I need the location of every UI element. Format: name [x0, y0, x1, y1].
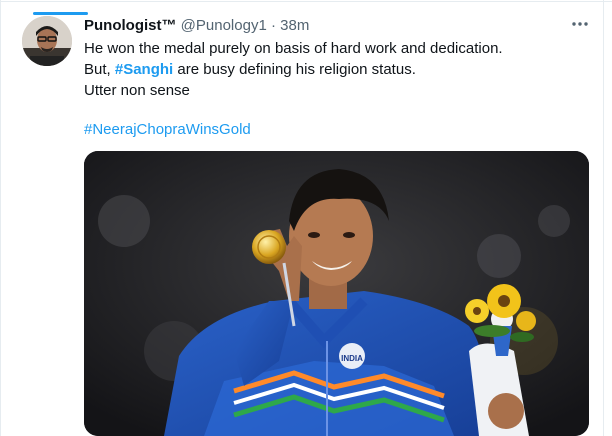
photo-illustration: INDIA [84, 151, 589, 436]
display-name[interactable]: Punologist™ [84, 17, 177, 34]
right-border [603, 0, 604, 436]
tab-indicator [33, 12, 88, 15]
top-divider [0, 1, 612, 2]
left-border [0, 0, 1, 436]
separator: · [270, 17, 276, 34]
tweet-line-1: He won the medal purely on basis of hard… [84, 40, 503, 57]
line2-suffix: are busy defining his religion status. [173, 61, 416, 78]
line2-prefix: But, [84, 61, 115, 78]
hashtag-link-sanghi[interactable]: #Sanghi [115, 61, 173, 78]
more-horizontal-icon [572, 22, 588, 26]
tweet-photo[interactable]: INDIA [84, 151, 589, 436]
tweet-line-2: But, #Sanghi are busy defining his relig… [84, 59, 584, 80]
tweet-header: Punologist™ @Punology1 · 38m [84, 16, 309, 36]
more-options-button[interactable] [570, 14, 590, 34]
hashtag-link-neerajchoprawinsgold[interactable]: #NeerajChopraWinsGold [84, 119, 251, 140]
tweet-text: He won the medal purely on basis of hard… [84, 38, 584, 101]
avatar[interactable] [22, 16, 72, 66]
user-handle[interactable]: @Punology1 [181, 17, 267, 34]
tweet-line-3: Utter non sense [84, 82, 190, 99]
avatar-image [22, 16, 72, 66]
timestamp[interactable]: 38m [280, 17, 309, 34]
jacket-print-text: INDIA [341, 354, 363, 363]
